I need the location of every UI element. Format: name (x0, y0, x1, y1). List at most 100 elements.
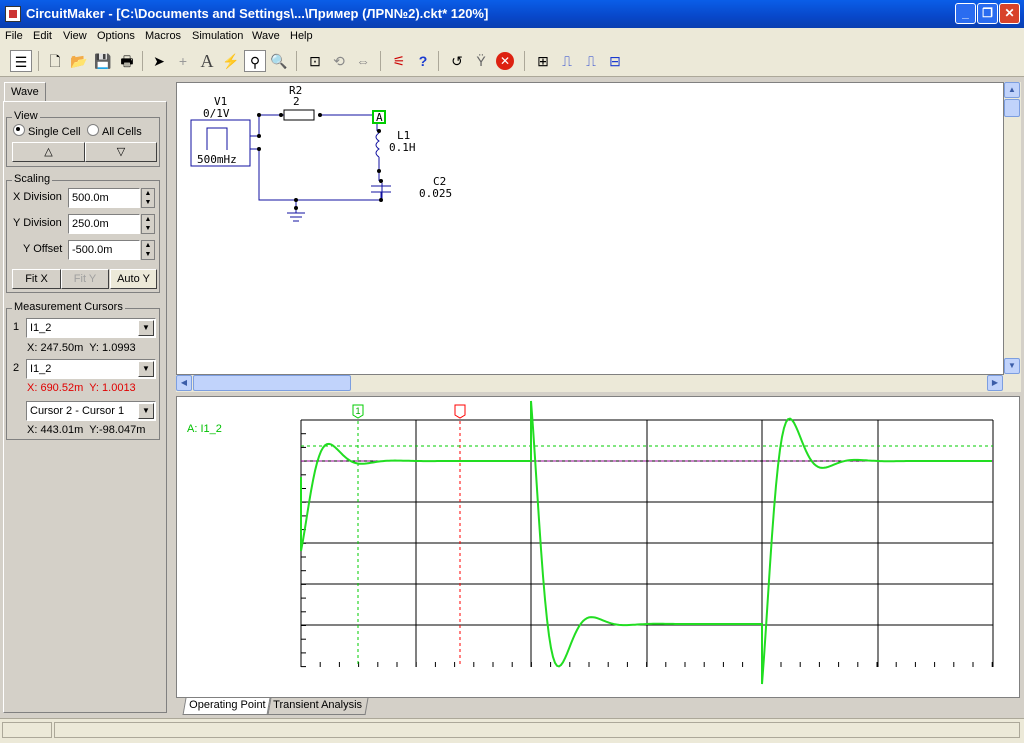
menu-edit[interactable]: Edit (33, 30, 52, 42)
cursor2-flag-icon[interactable] (454, 404, 466, 419)
c2-capacitor[interactable] (371, 185, 391, 193)
y-offset-field[interactable]: -500.0m (68, 240, 140, 260)
status-bar (0, 718, 1024, 743)
tab-wave[interactable]: Wave (4, 82, 46, 102)
scroll-left-icon[interactable]: ◀ (176, 375, 192, 391)
open-folder-icon[interactable]: 📂 (68, 50, 90, 72)
scaling-group-label: Scaling (12, 173, 53, 185)
menu-view[interactable]: View (63, 30, 87, 42)
chevron-down-icon[interactable]: ▼ (138, 403, 154, 419)
c2-value: 0.025 (419, 187, 452, 200)
cursor-diff-select[interactable]: Cursor 2 - Cursor 1 ▼ (26, 401, 156, 421)
view-group-label: View (12, 110, 40, 122)
diff-y: Y:-98.047m (89, 424, 146, 436)
analysis-icon-2[interactable]: ⎍ (556, 50, 578, 72)
save-icon[interactable]: 💾 (92, 50, 114, 72)
close-button[interactable]: ✕ (999, 3, 1020, 24)
y-division-spinner[interactable]: ▲ ▼ (141, 214, 155, 234)
trace-icon[interactable]: ⚟ (388, 50, 410, 72)
print-icon[interactable]: 🖶 (116, 50, 138, 72)
cursor2-number: 2 (13, 362, 20, 374)
v1-frequency: 500mHz (197, 153, 237, 166)
scroll-up-icon[interactable]: ▲ (1004, 82, 1020, 98)
single-cell-radio[interactable]: Single Cell (13, 124, 81, 138)
tab-transient-analysis[interactable]: Transient Analysis (266, 698, 369, 715)
x-division-field[interactable]: 500.0m (68, 188, 140, 208)
status-pane-2 (54, 722, 1020, 738)
menu-file[interactable]: File (5, 30, 23, 42)
chevron-down-icon[interactable]: ▼ (138, 361, 154, 377)
trace-label: A: I1_2 (187, 423, 222, 435)
menu-help[interactable]: Help (290, 30, 313, 42)
menu-bar: File Edit View Options Macros Simulation… (0, 28, 1024, 46)
schematic-drawing: A V1 0/1V 500mHz R2 2 L1 0.1H C2 0.025 (190, 84, 452, 222)
toolbar: ☰ 🗋 📂 💾 🖶 ➤ + A ⚡ ⚲ 🔍 ⊡ ⟲ ⇔ ⚟ ? ↺ Ÿ ✕ ⊞ … (0, 46, 1024, 77)
analysis-icon-3[interactable]: ⎍ (580, 50, 602, 72)
l1-inductor[interactable] (375, 132, 380, 158)
probe-a-label: A (376, 111, 383, 124)
analysis-tabs: Operating Point Transient Analysis (176, 698, 1020, 716)
menu-options[interactable]: Options (97, 30, 135, 42)
analysis-icon-4[interactable]: ⊟ (604, 50, 626, 72)
zoom-icon[interactable]: 🔍 (268, 50, 290, 72)
cursor1-readout: X: 247.50m Y: 1.0993 (27, 342, 136, 354)
cell-up-button[interactable]: △ (12, 142, 85, 162)
y-division-field[interactable]: 250.0m (68, 214, 140, 234)
y-offset-label: Y Offset (23, 243, 63, 255)
scroll-right-icon[interactable]: ▶ (987, 375, 1003, 391)
rotate-icon[interactable]: ⟲ (328, 50, 350, 72)
cursor1-trace-select[interactable]: I1_2 ▼ (26, 318, 156, 338)
fit-y-button[interactable]: Fit Y (61, 269, 109, 289)
vscroll-thumb[interactable] (1004, 99, 1020, 117)
app-icon[interactable] (5, 6, 21, 22)
fit-x-button[interactable]: Fit X (12, 269, 61, 289)
y-offset-spinner[interactable]: ▲ ▼ (141, 240, 155, 260)
wire (250, 114, 284, 137)
radio-empty-icon (87, 124, 99, 136)
svg-text:1: 1 (356, 406, 361, 416)
x-division-label: X Division (13, 191, 62, 203)
chevron-down-icon[interactable]: ▼ (138, 320, 154, 336)
tab-operating-point[interactable]: Operating Point (182, 698, 272, 715)
reset-icon[interactable]: ↺ (446, 50, 468, 72)
hscroll-thumb[interactable] (193, 375, 351, 391)
cursor2-y: Y: 1.0013 (89, 382, 136, 394)
toggle-panel-icon[interactable]: ☰ (10, 50, 32, 72)
text-tool-icon[interactable]: A (196, 50, 218, 72)
all-cells-radio[interactable]: All Cells (87, 124, 142, 138)
probe-lightning-icon[interactable]: ⚡ (220, 50, 242, 72)
help-question-icon[interactable]: ? (412, 50, 434, 72)
title-bar: CircuitMaker - [C:\Documents and Setting… (0, 0, 1024, 28)
zoom-window-icon[interactable]: ⊡ (304, 50, 326, 72)
probe-tool-icon[interactable]: ⚲ (244, 50, 266, 72)
mirror-icon[interactable]: ⇔ (352, 50, 374, 72)
cursor2-trace-select[interactable]: I1_2 ▼ (26, 359, 156, 379)
wire-plus-icon[interactable]: + (172, 50, 194, 72)
waveform-view[interactable]: A: I1_2 1 (176, 396, 1020, 698)
new-file-icon[interactable]: 🗋 (44, 50, 66, 72)
x-division-spinner[interactable]: ▲ ▼ (141, 188, 155, 208)
cursor1-y: Y: 1.0993 (89, 342, 136, 354)
window-title: CircuitMaker - [C:\Documents and Setting… (26, 6, 489, 21)
schematic-vertical-scrollbar[interactable]: ▲ ▼ (1004, 82, 1021, 375)
cursor1-number: 1 (13, 321, 20, 333)
restore-button[interactable]: ❐ (977, 3, 998, 24)
stop-icon[interactable]: ✕ (496, 52, 514, 70)
r2-resistor[interactable] (283, 109, 315, 121)
schematic-canvas[interactable]: A V1 0/1V 500mHz R2 2 L1 0.1H C2 0.025 (176, 82, 1004, 375)
auto-y-button[interactable]: Auto Y (110, 269, 157, 289)
menu-macros[interactable]: Macros (145, 30, 181, 42)
menu-simulation[interactable]: Simulation (192, 30, 243, 42)
wire (318, 114, 378, 131)
cell-down-button[interactable]: ▽ (85, 142, 157, 162)
menu-wave[interactable]: Wave (252, 30, 280, 42)
schematic-horizontal-scrollbar[interactable]: ◀ ▶ (176, 375, 1004, 392)
cursor1-x: X: 247.50m (27, 342, 84, 354)
analysis-icon-1[interactable]: ⊞ (532, 50, 554, 72)
scroll-down-icon[interactable]: ▼ (1004, 358, 1020, 374)
minimize-button[interactable]: _ (955, 3, 976, 24)
l1-value: 0.1H (389, 141, 416, 154)
v1-value: 0/1V (203, 107, 230, 120)
step-icon[interactable]: Ÿ (470, 50, 492, 72)
arrow-pointer-icon[interactable]: ➤ (148, 50, 170, 72)
